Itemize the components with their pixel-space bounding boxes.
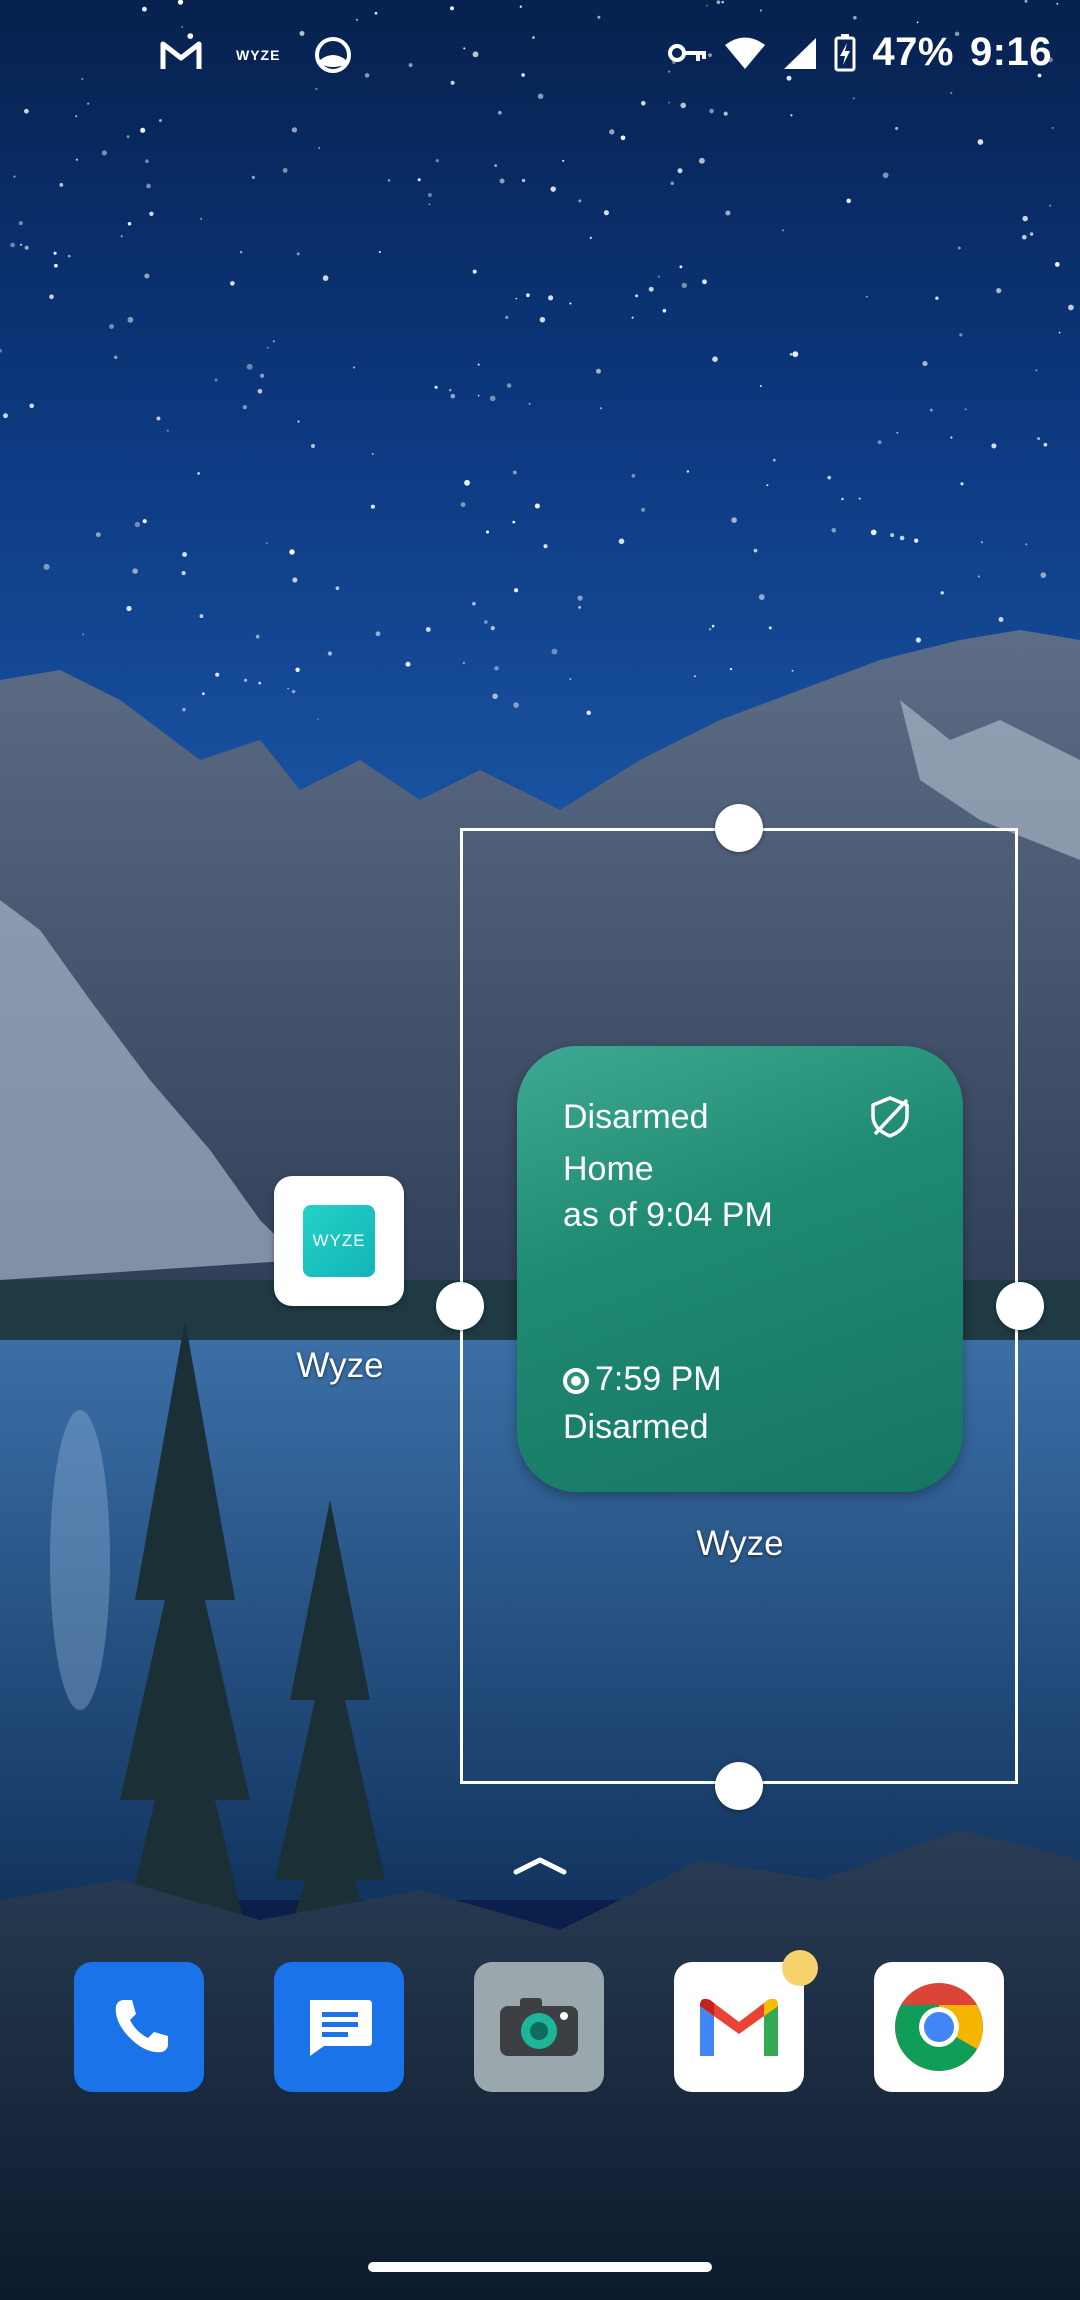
dock-phone[interactable]	[74, 1962, 204, 2092]
resize-handle-right[interactable]	[996, 1282, 1044, 1330]
browser-icon	[315, 37, 352, 73]
gesture-nav-handle[interactable]	[368, 2262, 712, 2272]
widget-mode: Home	[563, 1150, 654, 1188]
widget-event-time: 7:59 PM	[595, 1360, 722, 1398]
cell-signal-icon	[784, 37, 817, 69]
app-drawer-chevron-icon[interactable]	[510, 1850, 570, 1880]
wifi-icon	[725, 37, 766, 69]
wyze-security-widget[interactable]: Disarmed Home as of 9:04 PM 7:59 PM Disa…	[517, 1046, 963, 1492]
widget-event-status: Disarmed	[563, 1408, 709, 1446]
widget-label: Wyze	[696, 1524, 784, 1563]
widget-as-of: as of 9:04 PM	[563, 1196, 773, 1234]
dock-camera[interactable]	[474, 1962, 604, 2092]
status-time: 9:16	[969, 30, 1052, 74]
gmail-notification-badge	[782, 1950, 818, 1986]
dock-messages[interactable]	[274, 1962, 404, 2092]
resize-handle-left[interactable]	[436, 1282, 484, 1330]
wyze-logo-icon: WYZE	[303, 1205, 375, 1277]
chrome-icon	[895, 1983, 983, 2071]
status-notification-icons: WYZE	[160, 36, 352, 74]
event-dot-icon	[563, 1368, 589, 1394]
wyze-logo-text: WYZE	[312, 1231, 366, 1250]
resize-handle-bottom[interactable]	[715, 1762, 763, 1810]
resize-handle-top[interactable]	[715, 804, 763, 852]
status-bar: WYZE 47% 9:16	[0, 0, 1080, 120]
vpn-key-icon	[668, 43, 707, 62]
dock-chrome[interactable]	[874, 1962, 1004, 2092]
gmail-icon	[160, 41, 202, 69]
phone-icon	[115, 2000, 168, 2053]
status-system-icons: 47% 9:16	[668, 30, 1052, 75]
shield-off-icon	[871, 1096, 909, 1138]
gmail-icon	[700, 1998, 778, 2056]
messages-icon	[310, 2000, 372, 2056]
camera-icon	[500, 1998, 578, 2056]
wyze-icon: WYZE	[236, 47, 281, 63]
battery-percentage: 47%	[872, 30, 954, 74]
dock-gmail[interactable]	[674, 1962, 804, 2092]
wyze-app-icon[interactable]: WYZE	[274, 1176, 404, 1306]
wyze-app-label: Wyze	[296, 1346, 384, 1385]
battery-charging-icon	[834, 33, 856, 71]
widget-status: Disarmed	[563, 1098, 709, 1136]
